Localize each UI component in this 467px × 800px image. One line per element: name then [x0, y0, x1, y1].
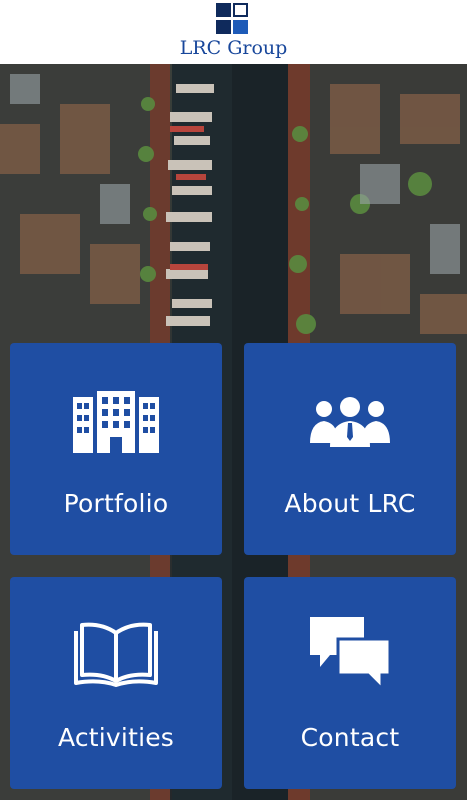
tile-label-contact: Contact	[300, 723, 400, 752]
app-header: LRC Group	[0, 0, 467, 64]
logo-icon	[216, 3, 250, 35]
tile-label-portfolio: Portfolio	[63, 489, 169, 518]
building-icon	[73, 391, 159, 453]
brand-name: LRC Group	[179, 37, 288, 59]
tile-label-about: About LRC	[284, 489, 416, 518]
book-icon	[74, 622, 158, 687]
chat-icon	[310, 617, 392, 691]
tile-label-activities: Activities	[57, 723, 175, 752]
about-tile[interactable]: About LRC	[244, 343, 456, 555]
portfolio-tile[interactable]: Portfolio	[10, 343, 222, 555]
contact-tile[interactable]: Contact	[244, 577, 456, 789]
team-icon	[310, 397, 390, 447]
activities-tile[interactable]: Activities	[10, 577, 222, 789]
